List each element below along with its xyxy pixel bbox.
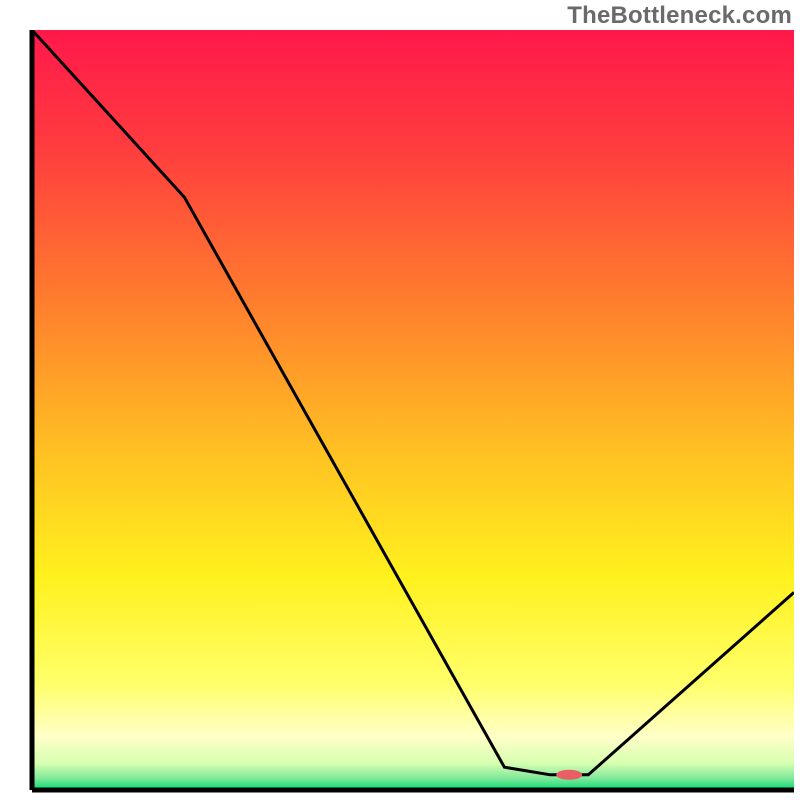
- watermark-text: TheBottleneck.com: [567, 2, 792, 30]
- plot-background: [32, 30, 794, 790]
- chart-svg: [0, 0, 800, 800]
- bottleneck-chart: TheBottleneck.com: [0, 0, 800, 800]
- optimum-marker: [556, 770, 582, 780]
